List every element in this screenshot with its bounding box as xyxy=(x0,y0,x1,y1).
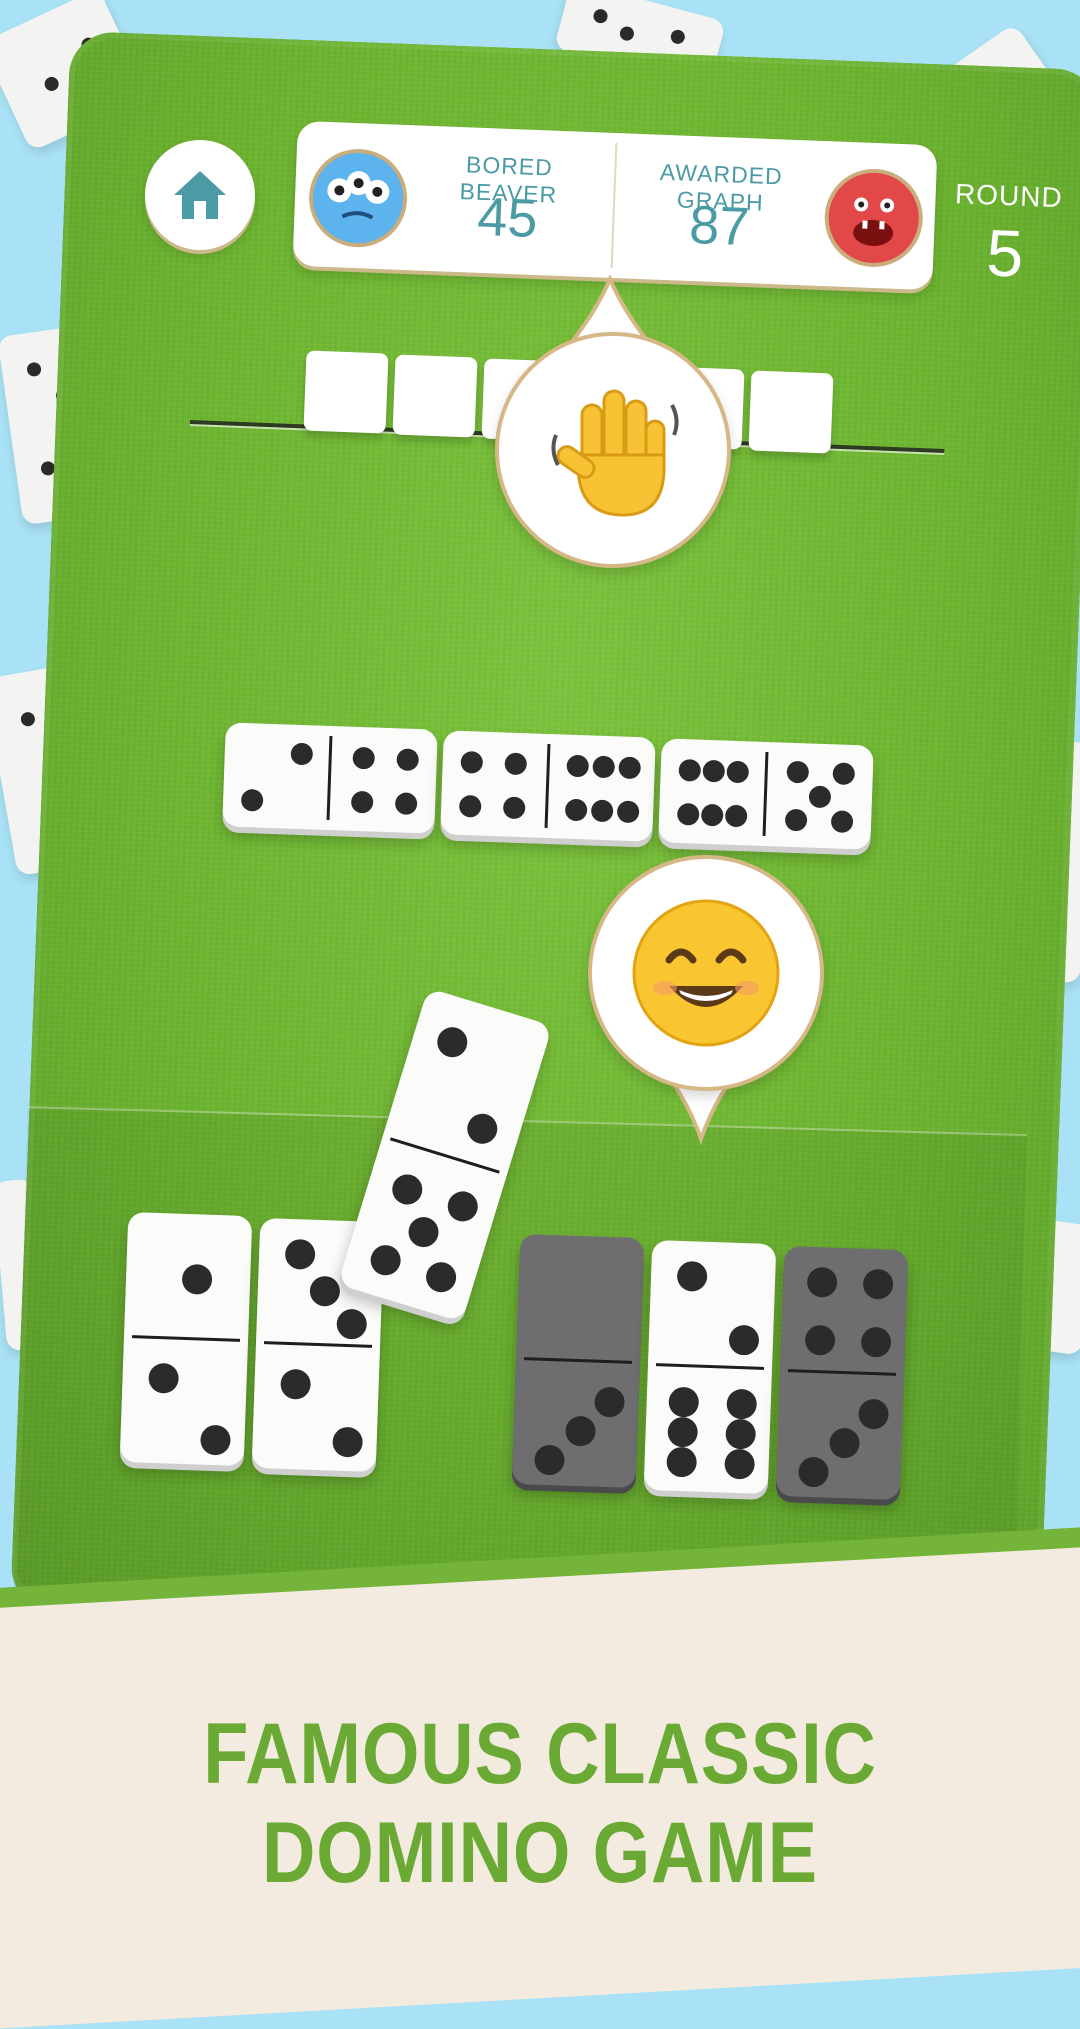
player-left-score: 45 xyxy=(476,186,539,250)
hand-domino-4-3[interactable] xyxy=(775,1245,909,1501)
hand-domino-2-6[interactable] xyxy=(643,1239,777,1495)
round-number: 5 xyxy=(985,215,1025,291)
hand-domino-0-3[interactable] xyxy=(511,1233,645,1489)
board-domino-4-6 xyxy=(440,730,656,842)
waving-hand-icon xyxy=(551,389,679,517)
opponent-hidden-tile xyxy=(303,350,389,434)
round-label: ROUND xyxy=(954,178,1064,214)
player-right-score: 87 xyxy=(688,194,751,258)
opponent-hidden-tile xyxy=(748,370,834,454)
score-divider xyxy=(610,142,618,268)
home-icon xyxy=(174,171,226,219)
board-domino-6-5 xyxy=(658,738,874,850)
blue-monster-icon xyxy=(313,153,404,244)
board-domino-2-4 xyxy=(222,722,438,834)
opponent-hidden-tile xyxy=(392,354,478,438)
tagline: FAMOUS CLASSIC DOMINO GAME xyxy=(203,1706,877,1901)
smiling-face-icon xyxy=(632,899,780,1047)
home-button[interactable] xyxy=(145,140,255,250)
player-emote-bubble xyxy=(588,855,824,1091)
red-monster-icon xyxy=(828,172,919,263)
score-bar: BORED BEAVER 45 AWARDED GRAPH 87 xyxy=(292,120,938,291)
hand-domino-2-2[interactable] xyxy=(119,1211,253,1467)
red-monster-avatar xyxy=(822,167,925,269)
opponent-emote-bubble xyxy=(495,332,731,568)
blue-monster-avatar xyxy=(307,147,409,249)
